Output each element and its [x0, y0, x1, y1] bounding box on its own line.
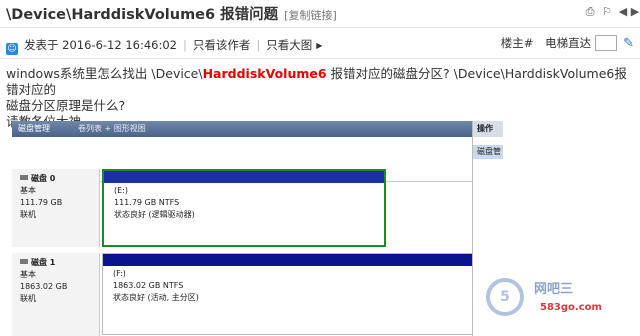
partition-name: (E:): [114, 186, 128, 195]
disk-type: 基本: [20, 270, 36, 279]
partition-fs: 111.79 GB NTFS: [114, 198, 180, 207]
partition-name: (F:): [113, 269, 126, 278]
watermark: 5 网吧三 583go.com: [486, 272, 636, 332]
disk-mgmt-view: 卷列表 + 图形视图: [78, 124, 146, 133]
disk-status: 联机: [20, 294, 36, 303]
floor-label: 楼主#: [500, 36, 534, 50]
watermark-logo: 5: [486, 278, 524, 316]
post-text: windows系统里怎么找出 \Device\: [6, 66, 203, 81]
partition-e: (E:) 111.79 GB NTFS 状态良好 (逻辑驱动器): [102, 169, 386, 247]
print-icon[interactable]: ⎙: [583, 5, 597, 18]
partition-status: 状态良好 (活动, 主分区): [113, 293, 199, 302]
favorite-icon[interactable]: ⚐: [600, 5, 614, 18]
watermark-brand: 网吧三: [534, 282, 574, 297]
disk-type: 基本: [20, 186, 36, 195]
floor-nav: 楼主# 电梯直达 ✎: [501, 35, 634, 51]
disk-1-label: 磁盘 1 基本 1863.02 GB 联机: [12, 253, 100, 336]
partition-fs: 1863.02 GB NTFS: [113, 281, 184, 290]
disk-0-label: 磁盘 0 基本 111.79 GB 联机: [12, 169, 100, 247]
disk-size: 1863.02 GB: [20, 282, 68, 291]
disk-icon: [20, 259, 28, 264]
separator: |: [182, 38, 187, 52]
embedded-screenshot: 磁盘管理 卷列表 + 图形视图 磁盘 0 基本 111.79 GB 联机 (E:)…: [12, 121, 502, 336]
arrow-right-icon: ▶: [316, 41, 323, 50]
elevator-label: 电梯直达: [545, 36, 592, 50]
disk-mgmt-header: 磁盘管理 卷列表 + 图形视图: [12, 121, 502, 137]
watermark-site: 583go.com: [540, 302, 602, 313]
separator: |: [256, 38, 261, 52]
disk-status: 联机: [20, 210, 36, 219]
copy-link[interactable]: [复制链接]: [284, 9, 337, 22]
post-line: 磁盘分区原理是什么?: [6, 98, 126, 113]
disk-name: 磁盘 0: [31, 174, 56, 183]
disk-icon: [20, 175, 28, 180]
floor-input[interactable]: [595, 35, 618, 51]
post-highlight: HarddiskVolume6: [202, 66, 327, 81]
pen-icon[interactable]: ✎: [623, 36, 634, 51]
partition-bar: [104, 171, 384, 183]
post-meta: ☺ 发表于 2016-6-12 16:46:02 | 只看该作者 | 只看大图 ▶: [6, 37, 322, 55]
partition-bar: [103, 254, 481, 266]
next-icon[interactable]: ▶: [628, 5, 640, 18]
thread-title: \Device\HarddiskVolume6 报错问题 [复制链接]: [6, 3, 337, 24]
only-author-link[interactable]: 只看该作者: [193, 38, 251, 52]
disk-mgmt-title: 磁盘管理: [18, 124, 50, 133]
partition-status: 状态良好 (逻辑驱动器): [114, 210, 195, 219]
thread-title-text: \Device\HarddiskVolume6 报错问题: [6, 7, 279, 23]
divider: [0, 58, 640, 59]
post-line: windows系统里怎么找出 \Device\HarddiskVolume6 报…: [6, 66, 636, 98]
actions-title: 操作: [473, 121, 503, 137]
divider: [0, 27, 640, 28]
post-date: 发表于 2016-6-12 16:46:02: [24, 38, 177, 52]
only-big-image-link[interactable]: 只看大图: [266, 38, 312, 52]
disk-size: 111.79 GB: [20, 198, 63, 207]
disk-name: 磁盘 1: [31, 258, 56, 267]
actions-item: 磁盘管: [473, 145, 503, 159]
partition-f: (F:) 1863.02 GB NTFS 状态良好 (活动, 主分区): [102, 253, 482, 335]
online-status-icon: ☺: [6, 43, 18, 55]
